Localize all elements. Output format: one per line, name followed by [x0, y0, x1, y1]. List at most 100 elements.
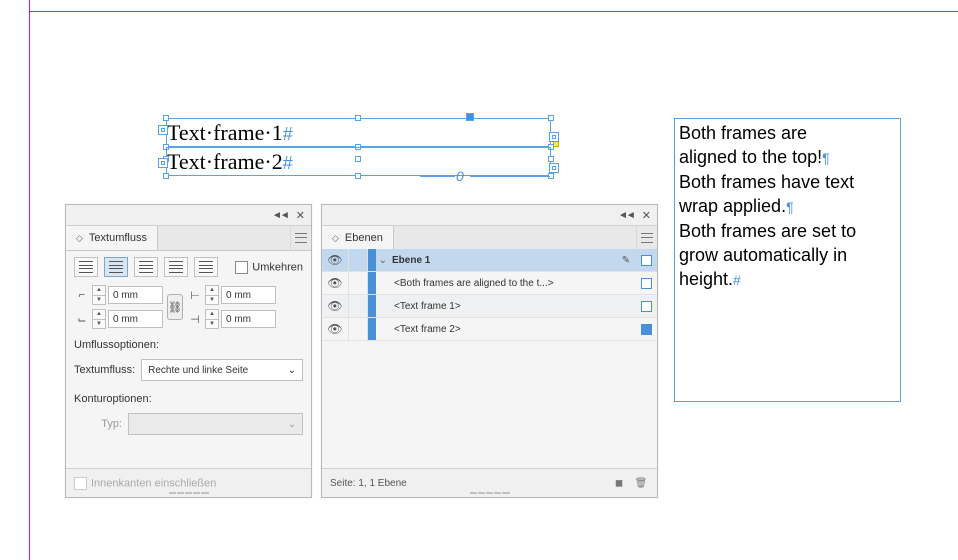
chevron-down-icon: ⌄: [288, 365, 296, 376]
layers-footer-text: Seite: 1, 1 Ebene: [330, 478, 407, 489]
chevron-down-icon: ⌄: [288, 419, 296, 430]
stepper[interactable]: ▲▼: [92, 309, 106, 329]
eye-icon: 👁: [327, 322, 342, 336]
selection-handle[interactable]: [355, 156, 361, 162]
selection-indicator[interactable]: [635, 278, 657, 289]
description-text-frame[interactable]: Both frames are aligned to the top!¶ Bot…: [674, 118, 901, 402]
layer-color-swatch: [368, 272, 376, 294]
tab-label: Textumfluss: [89, 232, 147, 244]
disclosure-triangle[interactable]: ⌄: [376, 255, 390, 266]
wrap-mode-row: Umkehren: [66, 251, 311, 283]
lock-toggle[interactable]: [349, 249, 368, 271]
text-wrap-panel: ◄◄ ✕ ◇ Textumfluss Umkehren ⌐ ▲▼: [65, 204, 312, 498]
wrap-mode-bounding-box[interactable]: [104, 257, 128, 277]
layer-name[interactable]: <Text frame 2>: [376, 324, 635, 335]
eye-icon: 👁: [327, 276, 342, 290]
offset-right[interactable]: ⊣ ▲▼ 0 mm: [187, 309, 276, 329]
visibility-toggle[interactable]: 👁: [322, 249, 349, 271]
in-port[interactable]: [158, 158, 168, 168]
tab-label: Ebenen: [345, 232, 383, 244]
offset-left-input[interactable]: 0 mm: [221, 286, 276, 304]
lock-toggle[interactable]: [349, 295, 368, 317]
resize-gripper[interactable]: [169, 491, 209, 495]
visibility-toggle[interactable]: 👁: [322, 295, 349, 317]
selection-indicator[interactable]: [635, 255, 657, 266]
pilcrow: ¶: [786, 199, 794, 215]
offset-bottom-input[interactable]: 0 mm: [108, 310, 163, 328]
invert-label: Umkehren: [252, 261, 303, 273]
selection-handle[interactable]: [466, 113, 474, 121]
wrap-mode-none[interactable]: [74, 257, 98, 277]
layer-row[interactable]: 👁 ⌄ Ebene 1 ✎: [322, 249, 657, 272]
delete-layer-button[interactable]: 🗑: [633, 475, 649, 491]
type-label: Typ:: [74, 418, 122, 430]
link-offsets-icon[interactable]: ⛓: [167, 294, 183, 320]
out-port[interactable]: [549, 163, 559, 173]
selection-handle[interactable]: [163, 173, 169, 179]
visibility-toggle[interactable]: 👁: [322, 318, 349, 340]
out-port[interactable]: [549, 132, 559, 142]
hamburger-icon: [295, 233, 307, 243]
panel-menu-button[interactable]: [290, 226, 311, 250]
offset-top-input[interactable]: 0 mm: [108, 286, 163, 304]
layer-name[interactable]: <Both frames are aligned to the t...>: [376, 278, 635, 289]
resize-gripper[interactable]: [470, 491, 510, 495]
hamburger-icon: [641, 233, 653, 243]
selection-handle[interactable]: [355, 173, 361, 179]
offset-bottom[interactable]: ⌙ ▲▼ 0 mm: [74, 309, 163, 329]
selection-handle[interactable]: [163, 115, 169, 121]
collapse-icon[interactable]: ◄◄: [272, 210, 288, 221]
offset-left[interactable]: ⊢ ▲▼ 0 mm: [187, 285, 276, 305]
stepper[interactable]: ▲▼: [205, 309, 219, 329]
lock-toggle[interactable]: [349, 272, 368, 294]
text-frame-1[interactable]: Text·frame·1#: [166, 118, 551, 147]
selection-indicator[interactable]: [635, 324, 657, 335]
layer-name[interactable]: <Text frame 1>: [376, 301, 635, 312]
wrap-options-label: Umflussoptionen:: [66, 331, 311, 355]
wrap-mode-object-shape[interactable]: [134, 257, 158, 277]
layer-row[interactable]: 👁 <Text frame 2>: [322, 318, 657, 341]
panel-tabbar: ◇ Textumfluss: [66, 226, 311, 251]
collapse-icon[interactable]: ◄◄: [618, 210, 634, 221]
desc-text: Both frames are: [679, 123, 807, 143]
selection-handle[interactable]: [548, 156, 554, 162]
ref-line: [470, 176, 550, 177]
tab-layers[interactable]: ◇ Ebenen: [322, 226, 394, 250]
panel-topbar: ◄◄ ✕: [66, 205, 311, 226]
include-inside-label: Innenkanten einschließen: [91, 477, 216, 489]
stepper[interactable]: ▲▼: [205, 285, 219, 305]
selection-indicator[interactable]: [635, 301, 657, 312]
lock-toggle[interactable]: [349, 318, 368, 340]
selection-handle[interactable]: [355, 115, 361, 121]
close-icon[interactable]: ✕: [296, 209, 305, 222]
close-icon[interactable]: ✕: [642, 209, 651, 222]
layer-row[interactable]: 👁 <Both frames are aligned to the t...>: [322, 272, 657, 295]
offset-bottom-icon: ⌙: [74, 311, 90, 327]
in-port[interactable]: [158, 125, 168, 135]
offset-right-input[interactable]: 0 mm: [221, 310, 276, 328]
pen-icon: ✎: [617, 255, 635, 266]
ref-line: [420, 176, 455, 177]
wrap-mode-jump-object[interactable]: [164, 257, 188, 277]
invert-checkbox[interactable]: Umkehren: [235, 261, 303, 274]
layer-row[interactable]: 👁 <Text frame 1>: [322, 295, 657, 318]
new-layer-button[interactable]: ◼: [611, 475, 627, 491]
offset-top[interactable]: ⌐ ▲▼ 0 mm: [74, 285, 163, 305]
panel-tabbar: ◇ Ebenen: [322, 226, 657, 251]
visibility-toggle[interactable]: 👁: [322, 272, 349, 294]
tab-text-wrap[interactable]: ◇ Textumfluss: [66, 226, 158, 250]
contour-options-label: Konturoptionen:: [66, 385, 311, 409]
stepper[interactable]: ▲▼: [92, 285, 106, 305]
end-of-story-mark: #: [283, 153, 293, 173]
offset-left-icon: ⊢: [187, 287, 203, 303]
wrap-to-select[interactable]: Rechte und linke Seite ⌄: [141, 359, 303, 381]
layer-name[interactable]: Ebene 1: [390, 255, 617, 266]
wrap-mode-jump-column[interactable]: [194, 257, 218, 277]
end-of-story-mark: #: [283, 124, 293, 144]
eye-icon: 👁: [327, 253, 342, 267]
page-edge-top: [29, 11, 958, 12]
panel-menu-button[interactable]: [636, 226, 657, 250]
selection-handle[interactable]: [548, 115, 554, 121]
wrap-to-label: Textumfluss:: [74, 364, 135, 376]
desc-text: grow automatically in: [679, 245, 847, 265]
